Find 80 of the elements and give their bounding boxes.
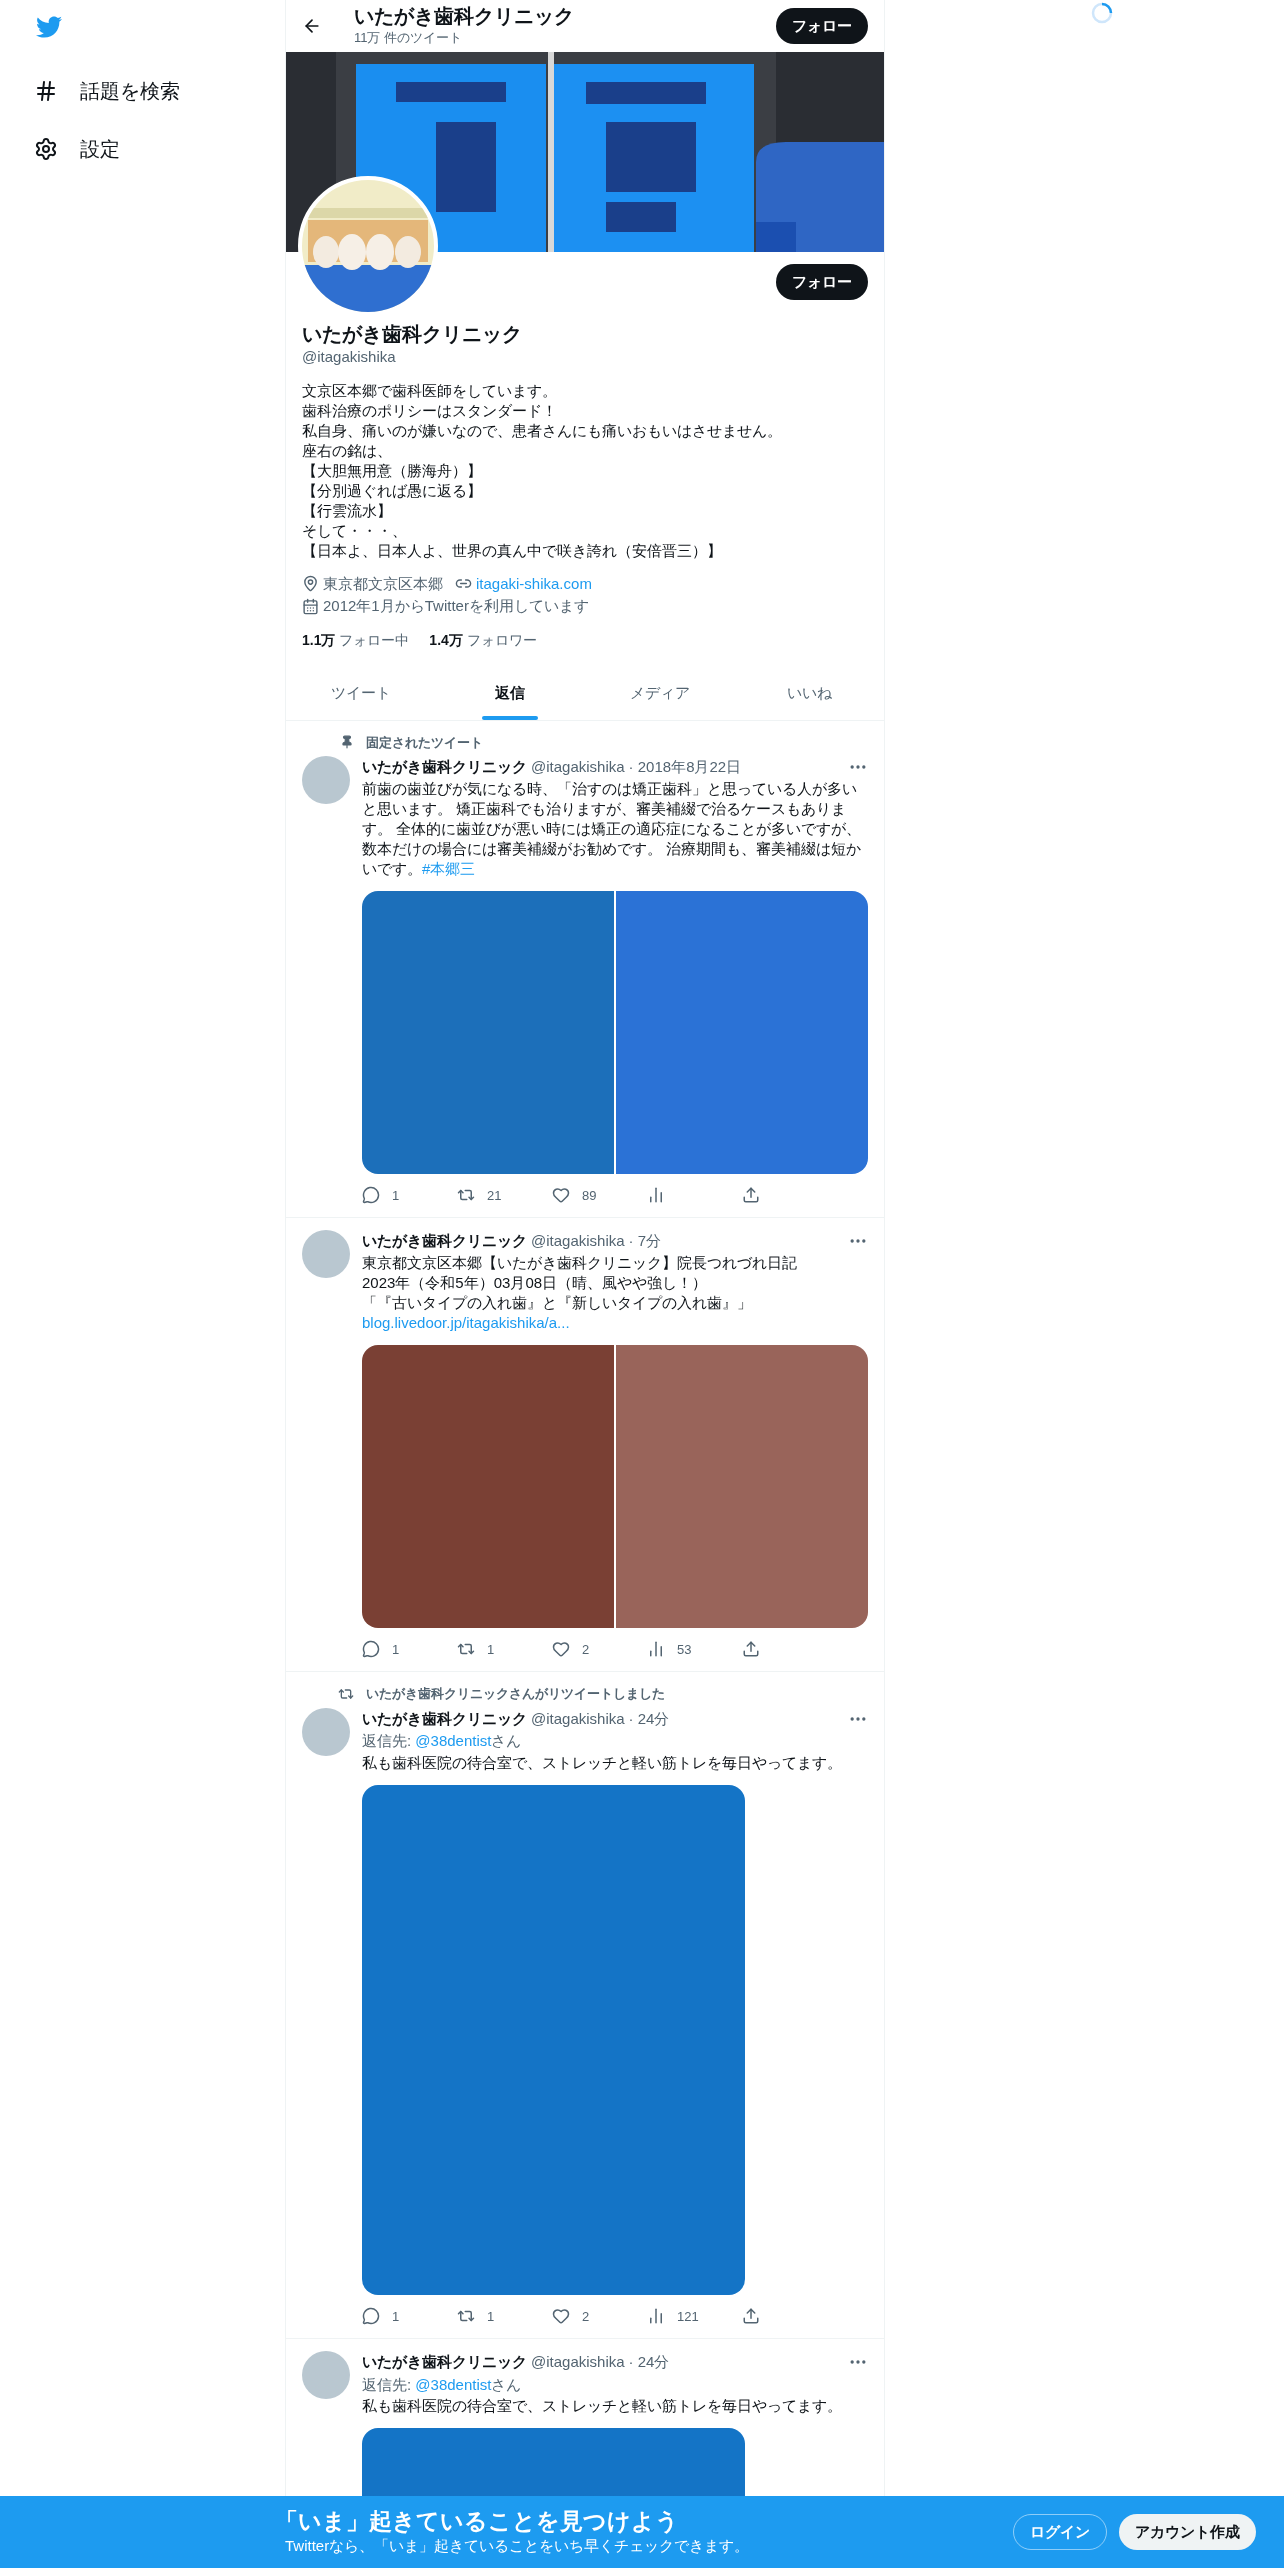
- author-handle[interactable]: @itagakishika: [531, 756, 625, 779]
- bio-line: 【日本よ、日本人よ、世界の真ん中で咲き誇れ（安倍晋三）】: [302, 540, 722, 561]
- author-handle[interactable]: @itagakishika: [531, 2351, 625, 2374]
- signup-subtitle: Twitterなら、「いま」起きていることをいち早くチェックできます。: [285, 2535, 751, 2556]
- tweet-text: 前歯の歯並びが気になる時、「治すのは矯正歯科」と思っている人が多いと思います。 矯正歯科でも治りますが、審美補綴で治るケースもあります。 全体的に歯並びが悪い時には矯正の適応症になることが多いですが、数本だけの場合には審美補綴がお勧めです。 治療期間も、審美補綴は短かいです。#本郷三: [362, 778, 863, 879]
- profile-tab[interactable]: 返信: [435, 666, 585, 720]
- tweet-text: 「『古いタイプの入れ歯』と『新しいタイプの入れ歯』」: [362, 1292, 753, 1313]
- location: 東京都文京区本郷: [323, 573, 443, 594]
- tweet-text: 東京都文京区本郷【いたがき歯科クリニック】院長つれづれ日記: [362, 1252, 798, 1273]
- like-count: 2: [582, 1640, 590, 1659]
- profile-tab[interactable]: メディア: [585, 666, 735, 720]
- join-date: 2012年1月からTwitterを利用しています: [323, 596, 589, 616]
- tweet-count: 11万 件のツイート: [354, 29, 464, 48]
- retweet-count: 21: [487, 1186, 502, 1205]
- followers-link[interactable]: 1.4万 フォロワー: [429, 629, 537, 651]
- share-icon[interactable]: [742, 2307, 760, 2326]
- author-handle[interactable]: @itagakishika: [531, 1230, 625, 1253]
- bio-line: 歯科治療のポリシーはスタンダード！: [302, 400, 557, 421]
- views-icon[interactable]: [647, 1186, 665, 1205]
- retweet-count: 1: [487, 1640, 495, 1659]
- bio-line: 【大胆無用意（勝海舟）】: [302, 460, 482, 481]
- tweet-time[interactable]: · 24分: [628, 1707, 670, 1730]
- reply-icon[interactable]: [362, 2307, 380, 2326]
- pin-icon: [340, 735, 354, 750]
- author-name[interactable]: いたがき歯科クリニック: [362, 1230, 527, 1253]
- reply-count: 1: [392, 1186, 400, 1205]
- loading-spinner-icon: [1091, 2, 1113, 24]
- signup-title: 「いま」起きていることを見つけよう: [275, 2506, 680, 2535]
- bio-line: 文京区本郷で歯科医師をしています。: [302, 380, 557, 401]
- view-count: 121: [677, 2307, 699, 2326]
- bio-line: そして・・・、: [302, 520, 407, 541]
- reply-count: 1: [392, 1640, 400, 1659]
- author-name[interactable]: いたがき歯科クリニック: [362, 2351, 527, 2374]
- tweet-time[interactable]: · 24分: [628, 2351, 670, 2374]
- retweet-count: 1: [487, 2307, 495, 2326]
- reply-icon[interactable]: [362, 1186, 380, 1205]
- bio-line: 私自身、痛いのが嫌いなので、患者さんにも痛いおもいはさせません。: [302, 420, 782, 441]
- tweet-context: いたがき歯科クリニックさんがリツイートしました: [366, 1685, 665, 1703]
- author-handle[interactable]: @itagakishika: [531, 1707, 625, 1730]
- calendar-icon: [302, 597, 319, 615]
- profile-handle: @itagakishika: [302, 347, 396, 367]
- tweet-time[interactable]: · 2018年8月22日: [628, 756, 742, 779]
- author-name[interactable]: いたがき歯科クリニック: [362, 1707, 527, 1730]
- view-count: 53: [677, 1640, 692, 1659]
- bio-line: 【行雲流水】: [302, 500, 392, 521]
- reply-icon[interactable]: [362, 1640, 380, 1659]
- bio-line: 【分別過ぐれば愚に返る】: [302, 480, 482, 501]
- author-name[interactable]: いたがき歯科クリニック: [362, 756, 527, 779]
- hashtag-icon: [34, 79, 58, 103]
- like-icon[interactable]: [552, 1640, 570, 1659]
- views-icon[interactable]: [647, 2307, 665, 2326]
- reply-to-line: 返信先: @38dentistさん: [362, 2374, 523, 2395]
- views-icon[interactable]: [647, 1640, 665, 1659]
- follow-button[interactable]: フォロー: [776, 8, 868, 44]
- share-icon[interactable]: [742, 1186, 760, 1205]
- like-icon[interactable]: [552, 1186, 570, 1205]
- header-title: いたがき歯科クリニック: [354, 4, 575, 29]
- reply-count: 1: [392, 2307, 400, 2326]
- reply-to-line: 返信先: @38dentistさん: [362, 1731, 523, 1751]
- profile-tab[interactable]: ツイート: [286, 666, 436, 720]
- tweet-text: 私も歯科医院の待合室で、ストレッチと軽い筋トレを毎日やってます。: [362, 2396, 843, 2416]
- sidebar-item[interactable]: 設定: [34, 120, 120, 178]
- settings-icon: [34, 137, 58, 161]
- bio-line: 座右の銘は、: [302, 440, 392, 461]
- location-icon: [302, 575, 319, 593]
- tweet-time[interactable]: · 7分: [628, 1230, 662, 1253]
- signup-button[interactable]: アカウント作成: [1119, 2514, 1256, 2550]
- like-icon[interactable]: [552, 2307, 570, 2326]
- profile-name: いたがき歯科クリニック: [302, 322, 522, 346]
- profile-tab[interactable]: いいね: [734, 666, 884, 720]
- following-link[interactable]: 1.1万 フォロー中: [302, 629, 410, 651]
- like-count: 2: [582, 2307, 590, 2326]
- follow-button[interactable]: フォロー: [776, 264, 868, 300]
- like-count: 89: [582, 1186, 597, 1205]
- tweet-text: 2023年（令和5年）03月08日（晴、風やや強し！）: [362, 1272, 709, 1293]
- tweet-context: 固定されたツイート: [366, 733, 483, 752]
- bird-logo-icon[interactable]: [34, 14, 64, 40]
- tweet-text: 私も歯科医院の待合室で、ストレッチと軽い筋トレを毎日やってます。: [362, 1752, 843, 1773]
- share-icon[interactable]: [742, 1640, 760, 1659]
- sidebar-item[interactable]: 話題を検索: [34, 62, 180, 120]
